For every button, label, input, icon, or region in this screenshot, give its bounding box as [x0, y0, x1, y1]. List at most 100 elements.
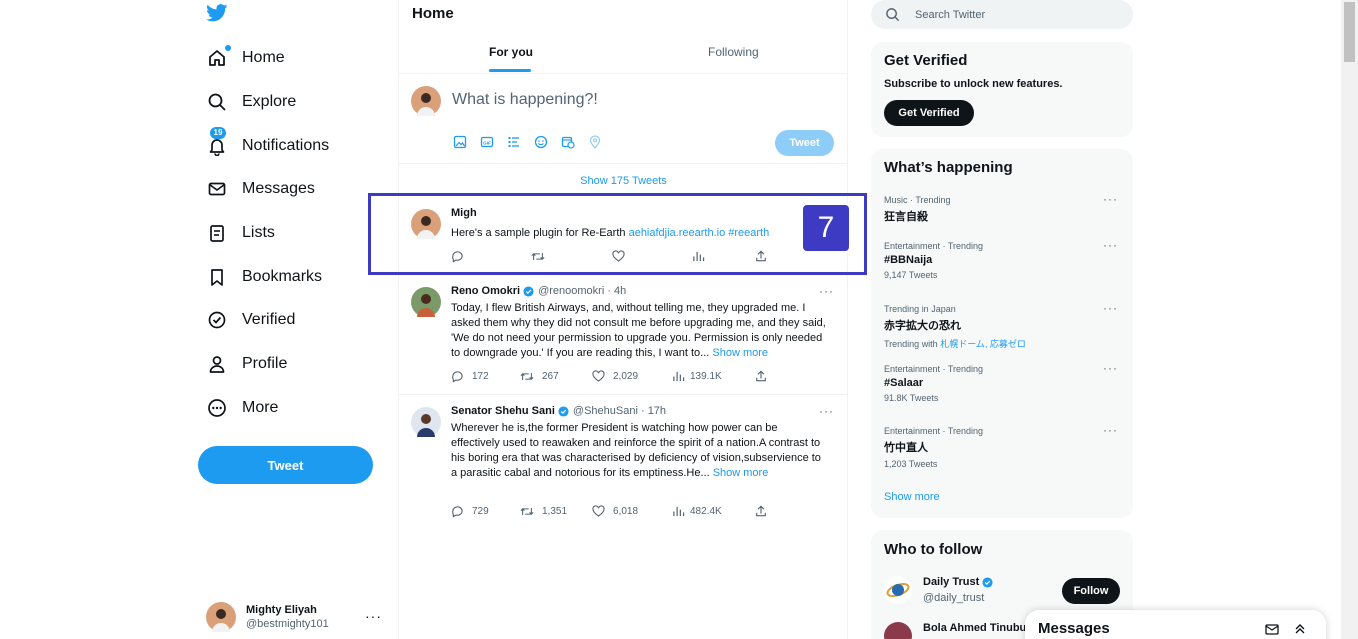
tweet-composer: What is happening?! GIF Tweet — [399, 74, 848, 164]
highlight-box — [368, 193, 867, 275]
suggestion-handle: @daily_trust — [923, 592, 985, 604]
poll-icon[interactable] — [507, 134, 534, 150]
trend-item[interactable]: Entertainment · Trending #BBNaija 9,147 … — [884, 238, 1124, 280]
follow-button[interactable]: Follow — [1062, 578, 1120, 604]
like-button[interactable]: 2,029 — [592, 370, 638, 382]
tweet-text: Wherever he is,the former President is w… — [451, 421, 829, 481]
trend-meta: Entertainment · Trending — [884, 241, 984, 251]
avatar — [411, 287, 441, 317]
retweet-button[interactable]: 267 — [520, 370, 559, 383]
retweet-count: 1,351 — [542, 506, 568, 517]
trend-name: #Salaar — [884, 377, 924, 389]
more-dots-icon[interactable]: ··· — [1103, 238, 1118, 252]
nav-item-messages[interactable]: Messages — [206, 174, 315, 204]
views-button[interactable]: 139.1K — [672, 370, 722, 382]
trend-meta: Music · Trending — [884, 195, 951, 205]
list-icon — [206, 222, 228, 244]
follow-suggestion[interactable]: Daily Trust @daily_trust Follow — [884, 576, 1124, 610]
verified-badge-icon — [982, 576, 993, 588]
more-dots-icon[interactable]: ··· — [1103, 423, 1118, 437]
nav-label: Lists — [242, 224, 275, 241]
tab-for-you[interactable]: For you — [489, 45, 533, 59]
twitter-logo-icon[interactable] — [206, 4, 230, 24]
reply-count: 172 — [472, 371, 489, 382]
retweet-icon — [520, 508, 534, 515]
search-bar[interactable] — [871, 0, 1133, 29]
trend-count: 1,203 Tweets — [884, 459, 938, 469]
scrollbar-thumb[interactable] — [1344, 2, 1355, 62]
messages-drawer[interactable]: Messages — [1025, 610, 1326, 639]
nav-label: Bookmarks — [242, 268, 323, 285]
nav-item-home[interactable]: Home — [206, 43, 285, 73]
trend-item[interactable]: Entertainment · Trending #Salaar 91.8K T… — [884, 361, 1124, 403]
nav-item-verified[interactable]: Verified — [206, 305, 295, 335]
compose-tweet-button[interactable]: Tweet — [775, 130, 834, 156]
trend-item[interactable]: Entertainment · Trending 竹中直人 1,203 Twee… — [884, 423, 1124, 469]
retweet-count: 267 — [542, 371, 559, 382]
compose-input[interactable]: What is happening?! — [452, 91, 598, 109]
trend-related: Trending with 札幌ドーム, 応募ゼロ — [884, 337, 1124, 350]
tweet-author-name[interactable]: Senator Shehu Sani — [451, 405, 555, 417]
new-message-icon[interactable] — [1265, 622, 1279, 639]
show-more-link[interactable]: Show more — [884, 491, 940, 503]
tweet-body: Today, I flew British Airways, and, with… — [451, 302, 826, 359]
timeline-tabs: For you Following — [399, 36, 848, 74]
nav-item-profile[interactable]: Profile — [206, 349, 287, 379]
reply-button[interactable]: 729 — [451, 505, 489, 518]
retweet-button[interactable]: 1,351 — [520, 505, 567, 518]
like-count: 6,018 — [613, 505, 639, 517]
search-input[interactable] — [915, 8, 1115, 21]
trend-item[interactable]: Music · Trending 狂言自殺 ··· — [884, 192, 1124, 224]
card-title: What’s happening — [884, 159, 1013, 176]
gif-icon[interactable]: GIF — [480, 134, 507, 150]
trend-count: 9,147 Tweets — [884, 270, 938, 280]
show-more-link[interactable]: Show more — [713, 467, 769, 479]
like-button[interactable]: 6,018 — [592, 505, 638, 517]
tweet-handle: @renoomokri · 4h — [538, 285, 627, 297]
get-verified-button[interactable]: Get Verified — [884, 100, 974, 126]
nav-item-more[interactable]: More — [206, 393, 278, 423]
more-dots-icon[interactable]: ··· — [819, 284, 834, 298]
share-icon[interactable] — [755, 370, 767, 382]
more-dots-icon[interactable]: ··· — [1103, 192, 1118, 206]
more-dots-icon[interactable]: ··· — [1103, 361, 1118, 375]
nav-label: Explore — [242, 93, 297, 110]
more-dots-icon[interactable]: ··· — [1103, 301, 1118, 315]
tweet-item[interactable]: Reno Omokri @renoomokri · 4h ··· Today, … — [399, 275, 848, 395]
image-icon[interactable] — [453, 134, 480, 150]
nav-item-bookmarks[interactable]: Bookmarks — [206, 262, 322, 292]
nav-item-notifications[interactable]: 19 Notifications — [206, 127, 329, 161]
account-switcher[interactable]: Mighty Eliyah @bestmighty101 ··· — [206, 600, 386, 634]
more-dots-icon[interactable]: ··· — [365, 608, 382, 624]
reply-icon — [452, 506, 463, 518]
page-title: Home — [412, 5, 454, 22]
location-icon[interactable] — [588, 134, 615, 150]
trend-related-links[interactable]: 札幌ドーム, 応募ゼロ — [940, 339, 1026, 349]
reply-icon — [452, 371, 463, 383]
envelope-icon — [206, 178, 228, 200]
tweet-actions: 172 267 2,029 139.1K — [451, 370, 781, 386]
tab-following[interactable]: Following — [708, 45, 759, 59]
views-button[interactable]: 482.4K — [672, 505, 722, 517]
schedule-icon[interactable] — [561, 134, 588, 150]
show-more-link[interactable]: Show more — [712, 347, 768, 359]
nav-label: Messages — [242, 180, 315, 197]
show-new-tweets[interactable]: Show 175 Tweets — [399, 164, 848, 196]
nav-item-lists[interactable]: Lists — [206, 218, 275, 248]
share-icon[interactable] — [755, 505, 767, 517]
views-icon — [673, 506, 685, 517]
page-scrollbar[interactable] — [1341, 0, 1358, 639]
suggestion-name: Bola Ahmed Tinubu — [923, 622, 1027, 634]
tweet-actions: 729 1,351 6,018 482.4K — [451, 505, 781, 521]
reply-button[interactable]: 172 — [451, 370, 489, 383]
tweet-button[interactable]: Tweet — [198, 446, 373, 484]
tweet-item[interactable]: Senator Shehu Sani @ShehuSani · 17h ··· … — [399, 395, 848, 529]
tweet-author-name[interactable]: Reno Omokri — [451, 285, 520, 297]
trend-item[interactable]: Trending in Japan 赤字拡大の恐れ Trending with … — [884, 301, 1124, 350]
emoji-icon[interactable] — [534, 134, 561, 150]
avatar — [411, 86, 441, 116]
expand-drawer-icon[interactable] — [1293, 621, 1307, 639]
nav-item-explore[interactable]: Explore — [206, 87, 296, 117]
card-title: Get Verified — [884, 52, 968, 69]
more-dots-icon[interactable]: ··· — [819, 404, 834, 418]
